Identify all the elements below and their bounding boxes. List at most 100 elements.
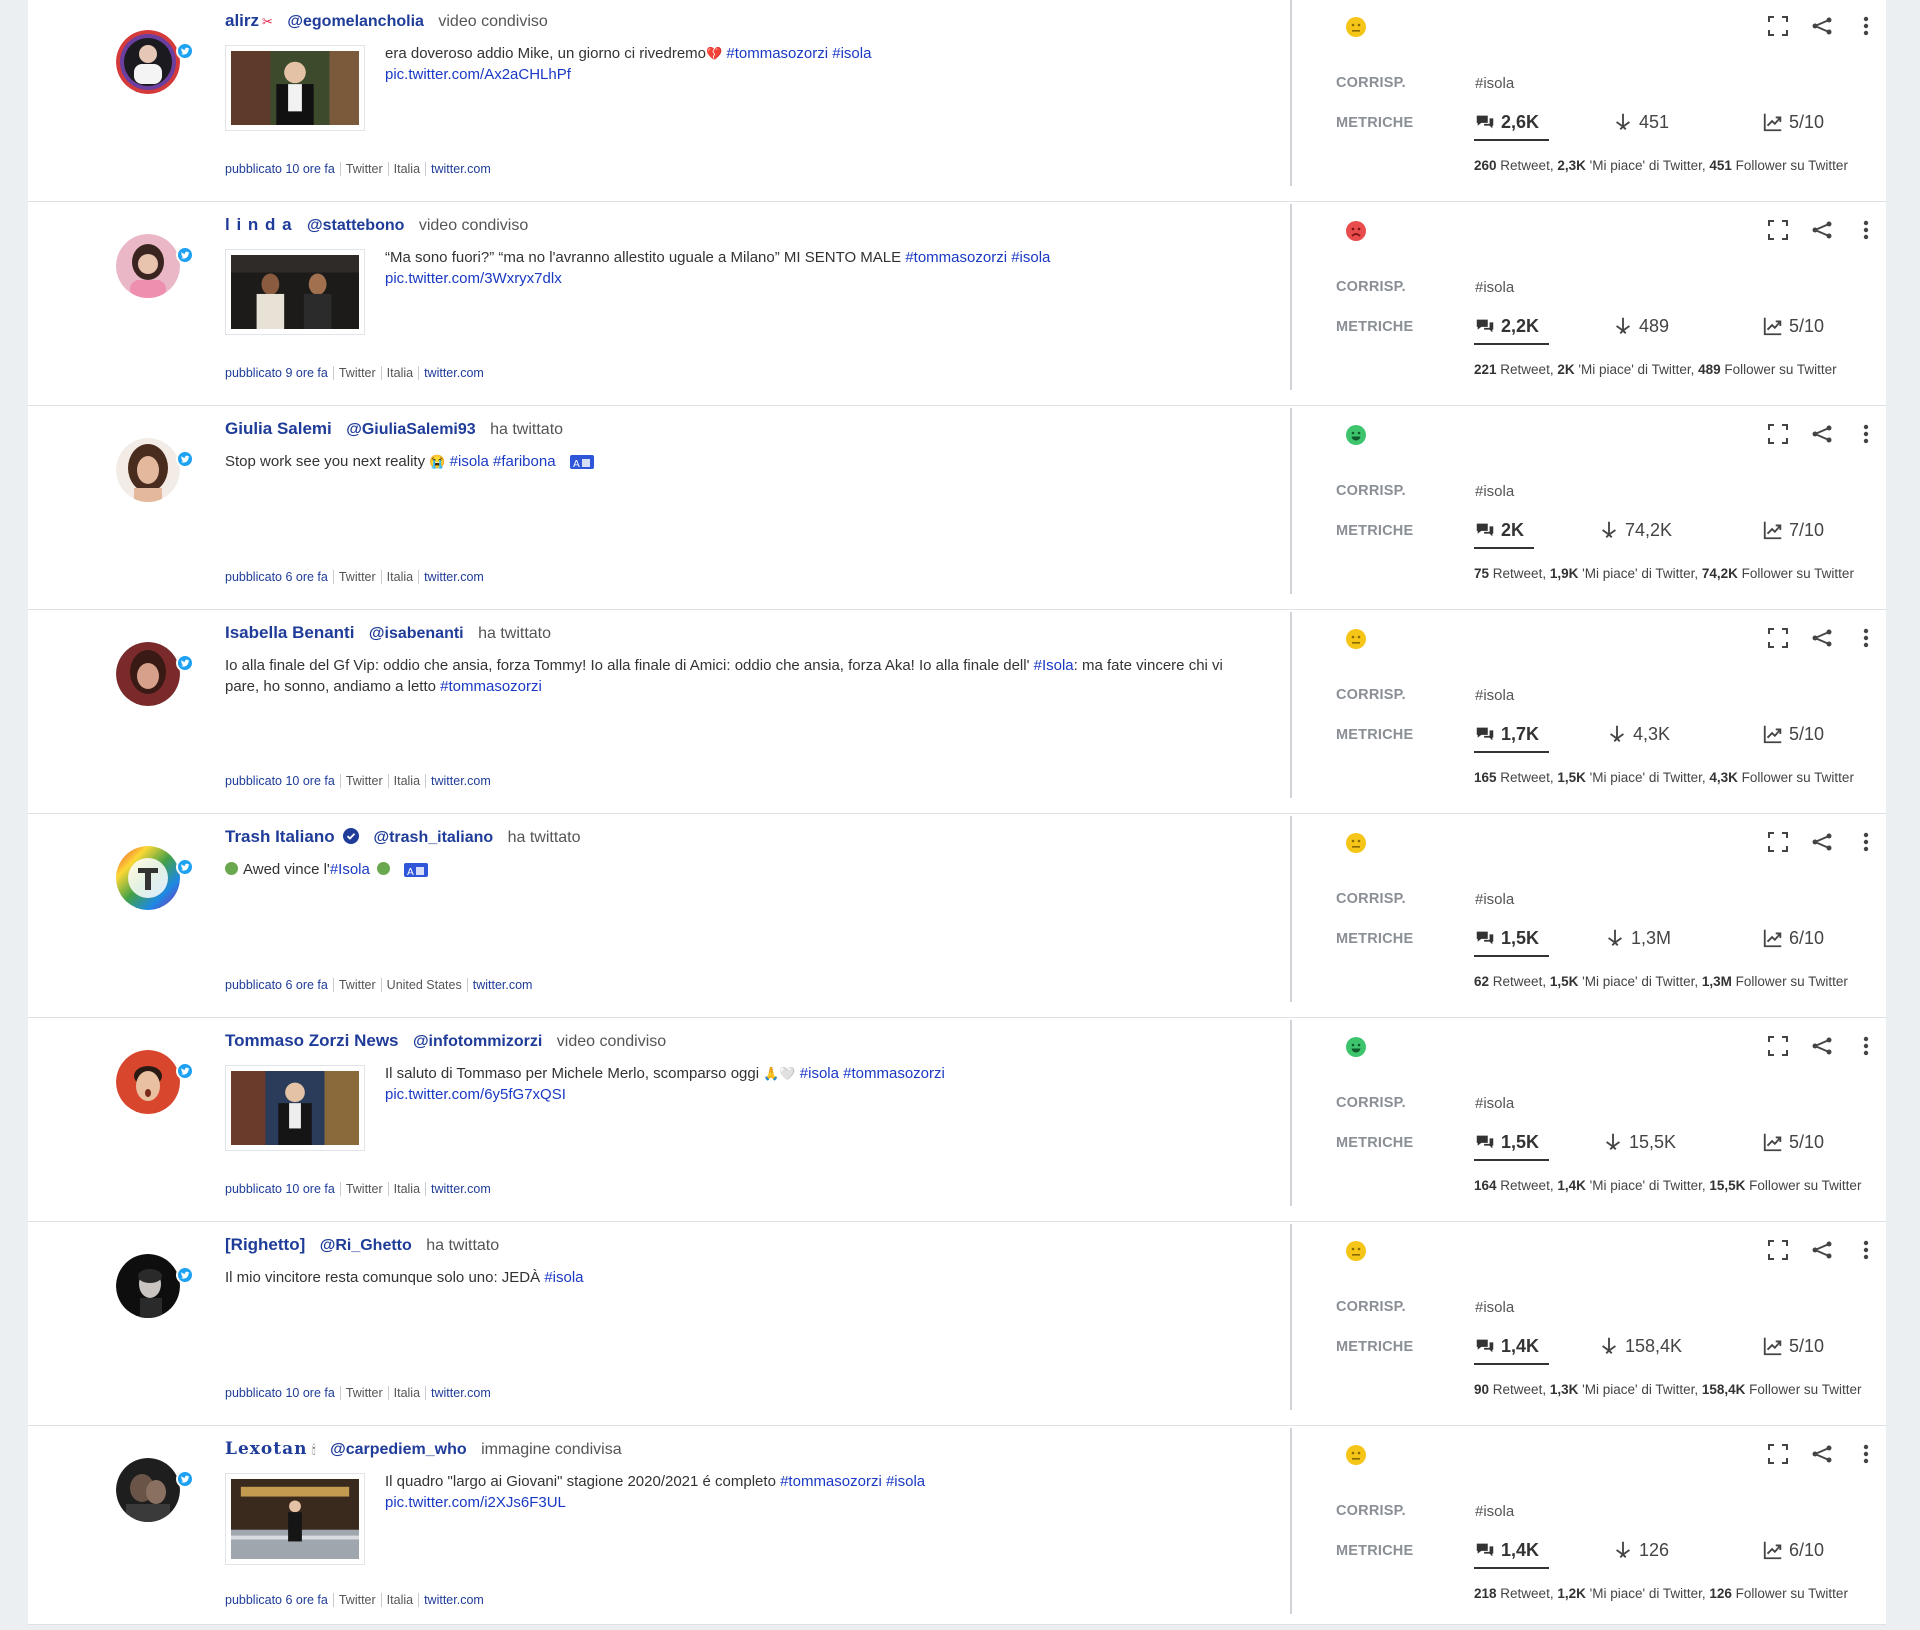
sentiment-neutral-icon[interactable] xyxy=(1346,1241,1366,1261)
author-handle[interactable]: @GiuliaSalemi93 xyxy=(346,421,475,438)
translate-icon[interactable]: A xyxy=(404,863,429,878)
expand-icon[interactable] xyxy=(1766,1442,1790,1466)
post-hashtag[interactable]: #Isola xyxy=(1034,657,1074,674)
domain-link[interactable]: twitter.com xyxy=(418,366,489,380)
score-metric[interactable]: 6/10 xyxy=(1762,1539,1824,1561)
post-hashtags[interactable]: #Isola xyxy=(330,861,370,878)
avatar[interactable] xyxy=(116,30,180,94)
post-link[interactable]: pic.twitter.com/i2XJs6F3UL xyxy=(385,1494,566,1511)
expand-icon[interactable] xyxy=(1766,1034,1790,1058)
media-thumbnail[interactable] xyxy=(225,249,365,335)
author-name[interactable]: Lexotan xyxy=(225,1439,307,1459)
sentiment-negative-icon[interactable] xyxy=(1346,221,1366,241)
domain-link[interactable]: twitter.com xyxy=(425,774,496,788)
score-metric[interactable]: 5/10 xyxy=(1762,315,1824,337)
sentiment-neutral-icon[interactable] xyxy=(1346,833,1366,853)
author-name[interactable]: alirz xyxy=(225,11,259,30)
post-hashtags[interactable]: #isola #tommasozorzi xyxy=(800,1065,945,1082)
author-handle[interactable]: @isabenanti xyxy=(369,625,464,642)
post-link[interactable]: pic.twitter.com/6y5fG7xQSI xyxy=(385,1086,566,1103)
score-metric[interactable]: 5/10 xyxy=(1762,723,1824,745)
post-hashtags[interactable]: #isola xyxy=(544,1269,583,1286)
avatar[interactable] xyxy=(116,1050,180,1114)
post-hashtags[interactable]: #isola #faribona xyxy=(450,453,556,470)
more-options-icon[interactable] xyxy=(1854,14,1878,38)
domain-link[interactable]: twitter.com xyxy=(466,978,538,992)
share-icon[interactable] xyxy=(1810,1034,1834,1058)
more-options-icon[interactable] xyxy=(1854,218,1878,242)
expand-icon[interactable] xyxy=(1766,218,1790,242)
author-handle[interactable]: @trash_italiano xyxy=(374,829,494,846)
reach-metric[interactable]: 15,5K xyxy=(1602,1131,1676,1153)
more-options-icon[interactable] xyxy=(1854,626,1878,650)
post-link[interactable]: pic.twitter.com/Ax2aCHLhPf xyxy=(385,66,571,83)
domain-link[interactable]: twitter.com xyxy=(425,162,496,176)
expand-icon[interactable] xyxy=(1766,1238,1790,1262)
domain-link[interactable]: twitter.com xyxy=(418,1593,489,1607)
author-handle[interactable]: @Ri_Ghetto xyxy=(320,1237,412,1254)
post-hashtags[interactable]: #tommasozorzi #isola xyxy=(905,249,1050,266)
avatar[interactable] xyxy=(116,846,180,910)
media-thumbnail[interactable] xyxy=(225,1473,365,1565)
share-icon[interactable] xyxy=(1810,14,1834,38)
domain-link[interactable]: twitter.com xyxy=(425,1182,496,1196)
avatar[interactable] xyxy=(116,1458,180,1522)
reach-metric[interactable]: 74,2K xyxy=(1598,519,1672,541)
comments-metric[interactable]: 1,4K xyxy=(1474,1335,1550,1365)
more-options-icon[interactable] xyxy=(1854,422,1878,446)
author-handle[interactable]: @egomelancholia xyxy=(287,13,424,30)
domain-link[interactable]: twitter.com xyxy=(425,1386,496,1400)
expand-icon[interactable] xyxy=(1766,14,1790,38)
comments-metric[interactable]: 2K xyxy=(1474,519,1535,549)
more-options-icon[interactable] xyxy=(1854,1238,1878,1262)
avatar[interactable] xyxy=(116,1254,180,1318)
expand-icon[interactable] xyxy=(1766,830,1790,854)
comments-metric[interactable]: 2,6K xyxy=(1474,111,1550,141)
more-options-icon[interactable] xyxy=(1854,1034,1878,1058)
published-time[interactable]: pubblicato 6 ore fa xyxy=(225,978,333,992)
expand-icon[interactable] xyxy=(1766,626,1790,650)
avatar[interactable] xyxy=(116,234,180,298)
published-time[interactable]: pubblicato 10 ore fa xyxy=(225,1182,340,1196)
post-link[interactable]: pic.twitter.com/3Wxryx7dlx xyxy=(385,270,562,287)
score-metric[interactable]: 5/10 xyxy=(1762,1335,1824,1357)
reach-metric[interactable]: 451 xyxy=(1612,111,1669,133)
score-metric[interactable]: 7/10 xyxy=(1762,519,1824,541)
author-name[interactable]: Tommaso Zorzi News xyxy=(225,1031,399,1050)
reach-metric[interactable]: 158,4K xyxy=(1598,1335,1682,1357)
published-time[interactable]: pubblicato 6 ore fa xyxy=(225,1593,333,1607)
comments-metric[interactable]: 2,2K xyxy=(1474,315,1550,345)
author-name[interactable]: Giulia Salemi xyxy=(225,419,332,438)
media-thumbnail[interactable] xyxy=(225,45,365,131)
more-options-icon[interactable] xyxy=(1854,830,1878,854)
comments-metric[interactable]: 1,7K xyxy=(1474,723,1550,753)
post-hashtag[interactable]: #tommasozorzi xyxy=(440,678,542,695)
comments-metric[interactable]: 1,5K xyxy=(1474,1131,1550,1161)
reach-metric[interactable]: 126 xyxy=(1612,1539,1669,1561)
published-time[interactable]: pubblicato 6 ore fa xyxy=(225,570,333,584)
share-icon[interactable] xyxy=(1810,1442,1834,1466)
score-metric[interactable]: 5/10 xyxy=(1762,1131,1824,1153)
share-icon[interactable] xyxy=(1810,830,1834,854)
domain-link[interactable]: twitter.com xyxy=(418,570,489,584)
sentiment-neutral-icon[interactable] xyxy=(1346,17,1366,37)
reach-metric[interactable]: 1,3M xyxy=(1604,927,1671,949)
reach-metric[interactable]: 4,3K xyxy=(1606,723,1670,745)
author-name[interactable]: Isabella Benanti xyxy=(225,623,354,642)
more-options-icon[interactable] xyxy=(1854,1442,1878,1466)
published-time[interactable]: pubblicato 9 ore fa xyxy=(225,366,333,380)
share-icon[interactable] xyxy=(1810,1238,1834,1262)
comments-metric[interactable]: 1,5K xyxy=(1474,927,1550,957)
sentiment-positive-icon[interactable] xyxy=(1346,425,1366,445)
published-time[interactable]: pubblicato 10 ore fa xyxy=(225,162,340,176)
avatar[interactable] xyxy=(116,642,180,706)
author-handle[interactable]: @carpediem_who xyxy=(330,1441,467,1458)
author-name[interactable]: l i n d a xyxy=(225,215,293,234)
media-thumbnail[interactable] xyxy=(225,1065,365,1151)
author-name[interactable]: Trash Italiano xyxy=(225,827,335,846)
share-icon[interactable] xyxy=(1810,218,1834,242)
published-time[interactable]: pubblicato 10 ore fa xyxy=(225,1386,340,1400)
sentiment-positive-icon[interactable] xyxy=(1346,1037,1366,1057)
post-hashtags[interactable]: #tommasozorzi #isola xyxy=(726,45,871,62)
expand-icon[interactable] xyxy=(1766,422,1790,446)
